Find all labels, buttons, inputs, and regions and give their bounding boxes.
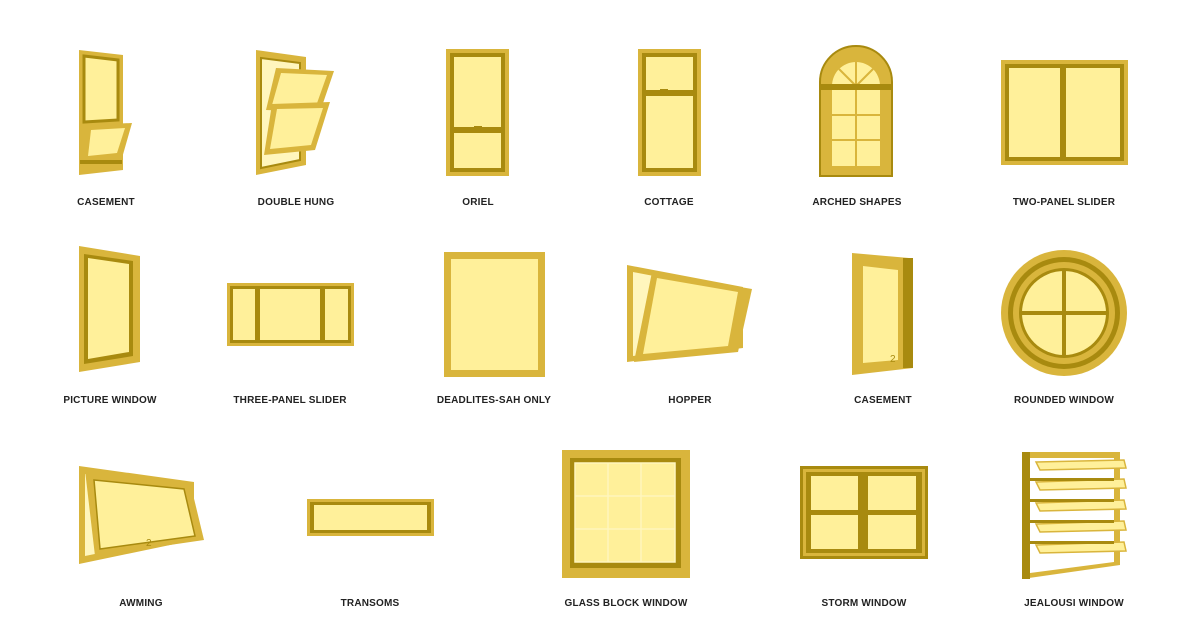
jalousie-window-icon	[1022, 452, 1127, 579]
window-label: JEALOUSI WINDOW	[1024, 598, 1124, 609]
